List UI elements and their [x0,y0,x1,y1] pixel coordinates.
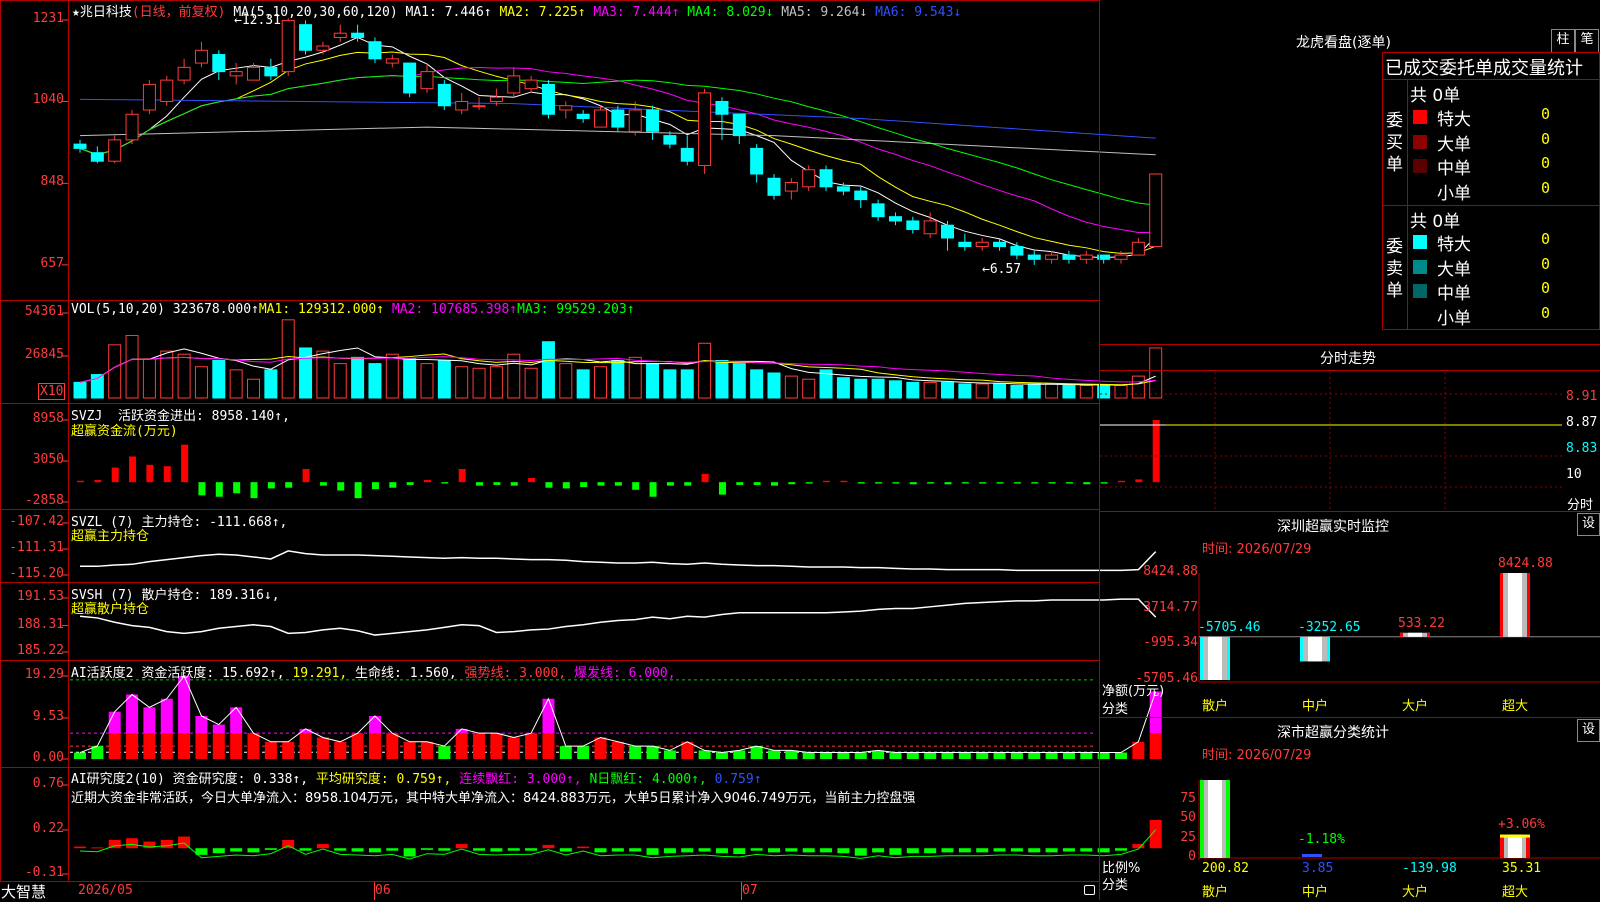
cls-category-label: 散户 [1202,885,1229,900]
cls-y-label: 50 [1180,810,1196,825]
cls-bottom-value: -139.98 [1402,861,1457,876]
cls-bar-highlight [1208,780,1222,858]
cls-bar-edge [1226,780,1230,858]
cls-bar-edge [1500,834,1504,858]
cls-bar-label: +3.06% [1498,816,1545,832]
cls-y-label: 75 [1180,790,1196,806]
cls-axis-sub: 分类 [1102,878,1129,893]
cls-bar-label: -1.18% [1298,832,1345,847]
cls-bar-edge [1526,834,1530,858]
cls-bar [1302,854,1322,857]
cls-category-label: 超大 [1502,885,1529,900]
cls-bar-cap [1500,834,1530,838]
cls-bottom-value: 200.82 [1202,861,1249,876]
cls-bar-highlight [1508,834,1522,858]
cls-y-label: 0 [1188,849,1196,864]
cls-bottom-value: 3.85 [1302,861,1334,876]
cls-stats-chart[interactable] [0,0,1600,900]
cls-bar-edge [1200,780,1204,858]
cls-bottom-value: 35.31 [1502,861,1542,876]
cls-category-label: 大户 [1402,885,1429,900]
cls-y-label: 25 [1180,829,1196,845]
cls-category-label: 中户 [1302,885,1329,900]
